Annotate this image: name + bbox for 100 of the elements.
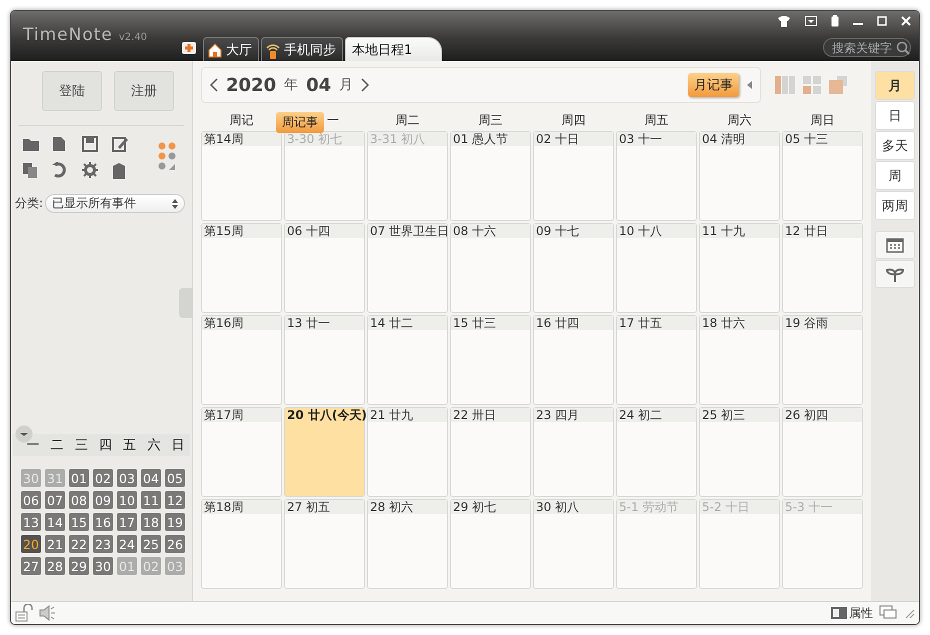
view-button[interactable]: 周 bbox=[875, 161, 915, 190]
account-button[interactable]: 登陆 bbox=[42, 71, 102, 111]
mini-calendar-day[interactable]: 04 bbox=[141, 469, 161, 487]
mini-calendar-day[interactable]: 15 bbox=[69, 513, 89, 531]
day-cell[interactable]: 28 初六 bbox=[367, 499, 448, 589]
day-cell[interactable]: 27 初五 bbox=[284, 499, 365, 589]
mini-calendar-day[interactable]: 03 bbox=[117, 469, 137, 487]
day-cell[interactable]: 30 初八 bbox=[533, 499, 614, 589]
add-tab-icon[interactable] bbox=[181, 41, 197, 55]
tag-icon[interactable] bbox=[112, 162, 126, 180]
day-cell[interactable]: 02 十日 bbox=[533, 131, 614, 221]
mini-calendar-day[interactable]: 01 bbox=[69, 469, 89, 487]
chat-icon[interactable] bbox=[879, 605, 897, 621]
mini-calendar-day[interactable]: 13 bbox=[21, 513, 41, 531]
day-cell[interactable]: 01 愚人节 bbox=[450, 131, 531, 221]
color-dots-icon[interactable] bbox=[158, 142, 176, 170]
resize-grip-icon[interactable] bbox=[903, 607, 915, 619]
view-button[interactable]: 日 bbox=[875, 101, 915, 130]
mini-calendar-day[interactable]: 12 bbox=[165, 491, 185, 509]
tab[interactable]: 本地日程1 bbox=[345, 37, 442, 61]
dropdown-icon[interactable] bbox=[15, 425, 33, 443]
mini-calendar-day[interactable]: 27 bbox=[21, 557, 41, 575]
day-cell[interactable]: 09 十七 bbox=[533, 223, 614, 313]
view-button[interactable]: 多天 bbox=[875, 131, 915, 160]
mini-calendar-day[interactable]: 29 bbox=[69, 557, 89, 575]
mini-calendar-day[interactable]: 28 bbox=[45, 557, 65, 575]
day-cell[interactable]: 06 十四 bbox=[284, 223, 365, 313]
day-cell[interactable]: 07 世界卫生日 bbox=[367, 223, 448, 313]
view-button[interactable]: 两周 bbox=[875, 191, 915, 220]
day-cell[interactable]: 26 初四 bbox=[782, 407, 863, 497]
tab[interactable]: 大厅 bbox=[203, 37, 259, 61]
file-icon[interactable] bbox=[52, 136, 66, 152]
day-cell[interactable]: 12 廿日 bbox=[782, 223, 863, 313]
previous-month-icon[interactable] bbox=[210, 78, 218, 92]
day-cell[interactable]: 29 初七 bbox=[450, 499, 531, 589]
month-note-button[interactable]: 月记事 bbox=[688, 73, 739, 97]
mini-calendar-day[interactable]: 20 bbox=[21, 535, 41, 553]
collapse-handle[interactable] bbox=[179, 288, 193, 318]
day-cell[interactable]: 10 十八 bbox=[616, 223, 697, 313]
speaker-icon[interactable] bbox=[39, 605, 55, 621]
day-cell[interactable]: 04 清明 bbox=[699, 131, 780, 221]
day-cell[interactable]: 21 廿九 bbox=[367, 407, 448, 497]
day-cell[interactable]: 17 廿五 bbox=[616, 315, 697, 405]
mini-calendar-day[interactable]: 08 bbox=[69, 491, 89, 509]
mini-calendar-day[interactable]: 24 bbox=[117, 535, 137, 553]
day-cell[interactable]: 23 四月 bbox=[533, 407, 614, 497]
properties-button[interactable]: 属性 bbox=[849, 604, 873, 622]
mini-calendar-day[interactable]: 11 bbox=[141, 491, 161, 509]
view-button[interactable]: 月 bbox=[875, 71, 915, 100]
settings-icon[interactable] bbox=[82, 162, 98, 178]
mini-calendar-day[interactable]: 02 bbox=[93, 469, 113, 487]
day-cell[interactable]: 08 十六 bbox=[450, 223, 531, 313]
day-cell[interactable]: 25 初三 bbox=[699, 407, 780, 497]
mini-calendar-day[interactable]: 16 bbox=[93, 513, 113, 531]
window-icon[interactable] bbox=[805, 16, 817, 26]
day-cell[interactable]: 13 廿一 bbox=[284, 315, 365, 405]
day-cell[interactable]: 16 廿四 bbox=[533, 315, 614, 405]
day-cell[interactable]: 22 卅日 bbox=[450, 407, 531, 497]
week-note-button[interactable]: 周记事 bbox=[276, 112, 324, 133]
day-cell[interactable]: 03 十一 bbox=[616, 131, 697, 221]
mini-calendar-day[interactable]: 05 bbox=[165, 469, 185, 487]
mini-calendar-day[interactable]: 10 bbox=[117, 491, 137, 509]
week-cell[interactable]: 第17周 bbox=[201, 407, 282, 497]
collapse-arrow-icon[interactable] bbox=[747, 81, 752, 89]
maximize-icon[interactable] bbox=[877, 16, 887, 26]
mini-calendar-day[interactable]: 07 bbox=[45, 491, 65, 509]
close-icon[interactable] bbox=[901, 16, 911, 26]
battery-icon[interactable] bbox=[831, 15, 839, 27]
day-cell[interactable]: 11 十九 bbox=[699, 223, 780, 313]
mini-calendar-day[interactable]: 06 bbox=[21, 491, 41, 509]
mini-calendar-day[interactable]: 30 bbox=[93, 557, 113, 575]
save-icon[interactable] bbox=[82, 136, 98, 152]
mini-calendar-day[interactable]: 22 bbox=[69, 535, 89, 553]
day-cell[interactable]: 14 廿二 bbox=[367, 315, 448, 405]
week-cell[interactable]: 第16周 bbox=[201, 315, 282, 405]
mini-calendar-day[interactable]: 14 bbox=[45, 513, 65, 531]
category-dropdown[interactable]: 已显示所有事件 bbox=[45, 194, 186, 213]
mini-calendar-day[interactable]: 19 bbox=[165, 513, 185, 531]
edit-icon[interactable] bbox=[112, 136, 128, 152]
mini-calendar-day[interactable]: 17 bbox=[117, 513, 137, 531]
week-cell[interactable]: 第18周 bbox=[201, 499, 282, 589]
day-cell[interactable]: 19 谷雨 bbox=[782, 315, 863, 405]
mini-calendar-day[interactable]: 21 bbox=[45, 535, 65, 553]
tab[interactable]: 手机同步 bbox=[261, 37, 343, 61]
copy-icon[interactable] bbox=[22, 162, 38, 178]
account-button[interactable]: 注册 bbox=[114, 71, 174, 111]
mini-calendar-day[interactable]: 09 bbox=[93, 491, 113, 509]
day-cell[interactable]: 15 廿三 bbox=[450, 315, 531, 405]
week-cell[interactable]: 第14周 bbox=[201, 131, 282, 221]
search-field[interactable]: 搜索关键字 bbox=[823, 38, 911, 57]
sprout-button[interactable] bbox=[875, 260, 915, 288]
unlock-icon[interactable] bbox=[15, 604, 33, 622]
day-cell[interactable]: 05 十三 bbox=[782, 131, 863, 221]
calendar-button[interactable] bbox=[875, 231, 915, 259]
undo-icon[interactable] bbox=[52, 162, 66, 178]
day-cell[interactable]: 20 廿八(今天) bbox=[284, 407, 365, 497]
next-month-icon[interactable] bbox=[361, 78, 370, 92]
shirt-icon[interactable] bbox=[777, 15, 791, 27]
folder-icon[interactable] bbox=[22, 136, 40, 152]
day-cell[interactable]: 18 廿六 bbox=[699, 315, 780, 405]
